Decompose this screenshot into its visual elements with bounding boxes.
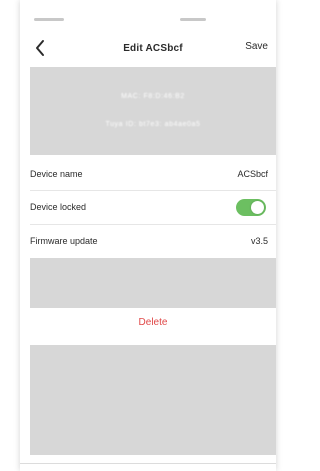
- back-button[interactable]: [32, 38, 48, 58]
- row-device-name[interactable]: Device name ACSbcf: [30, 158, 276, 190]
- page-title: Edit ACSbcf: [123, 42, 183, 54]
- save-button[interactable]: Save: [245, 41, 268, 52]
- row-device-locked: Device locked: [30, 191, 276, 223]
- spacer-panel: [30, 258, 276, 308]
- device-info-line-1: MAC: F8:D:46:B2: [121, 93, 185, 100]
- chevron-left-icon: [36, 40, 44, 56]
- bottom-divider: [20, 463, 276, 464]
- status-bar: [20, 16, 276, 24]
- row-firmware-update[interactable]: Firmware update v3.5: [30, 225, 276, 257]
- nav-bar: Edit ACSbcf Save: [30, 34, 276, 62]
- delete-button[interactable]: Delete: [30, 317, 276, 328]
- bottom-panel: [30, 345, 276, 455]
- device-name-value: ACSbcf: [237, 169, 268, 179]
- toggle-knob: [251, 201, 264, 214]
- firmware-version-value: v3.5: [250, 236, 268, 246]
- device-info-line-2: Tuya ID: bt7e3: ab4ae0a5: [105, 121, 201, 128]
- device-name-label: Device name: [30, 169, 83, 179]
- device-locked-toggle[interactable]: [236, 199, 266, 216]
- device-locked-label: Device locked: [30, 202, 87, 212]
- device-info-card: MAC: F8:D:46:B2 Tuya ID: bt7e3: ab4ae0a5: [30, 67, 276, 155]
- firmware-update-label: Firmware update: [30, 236, 98, 246]
